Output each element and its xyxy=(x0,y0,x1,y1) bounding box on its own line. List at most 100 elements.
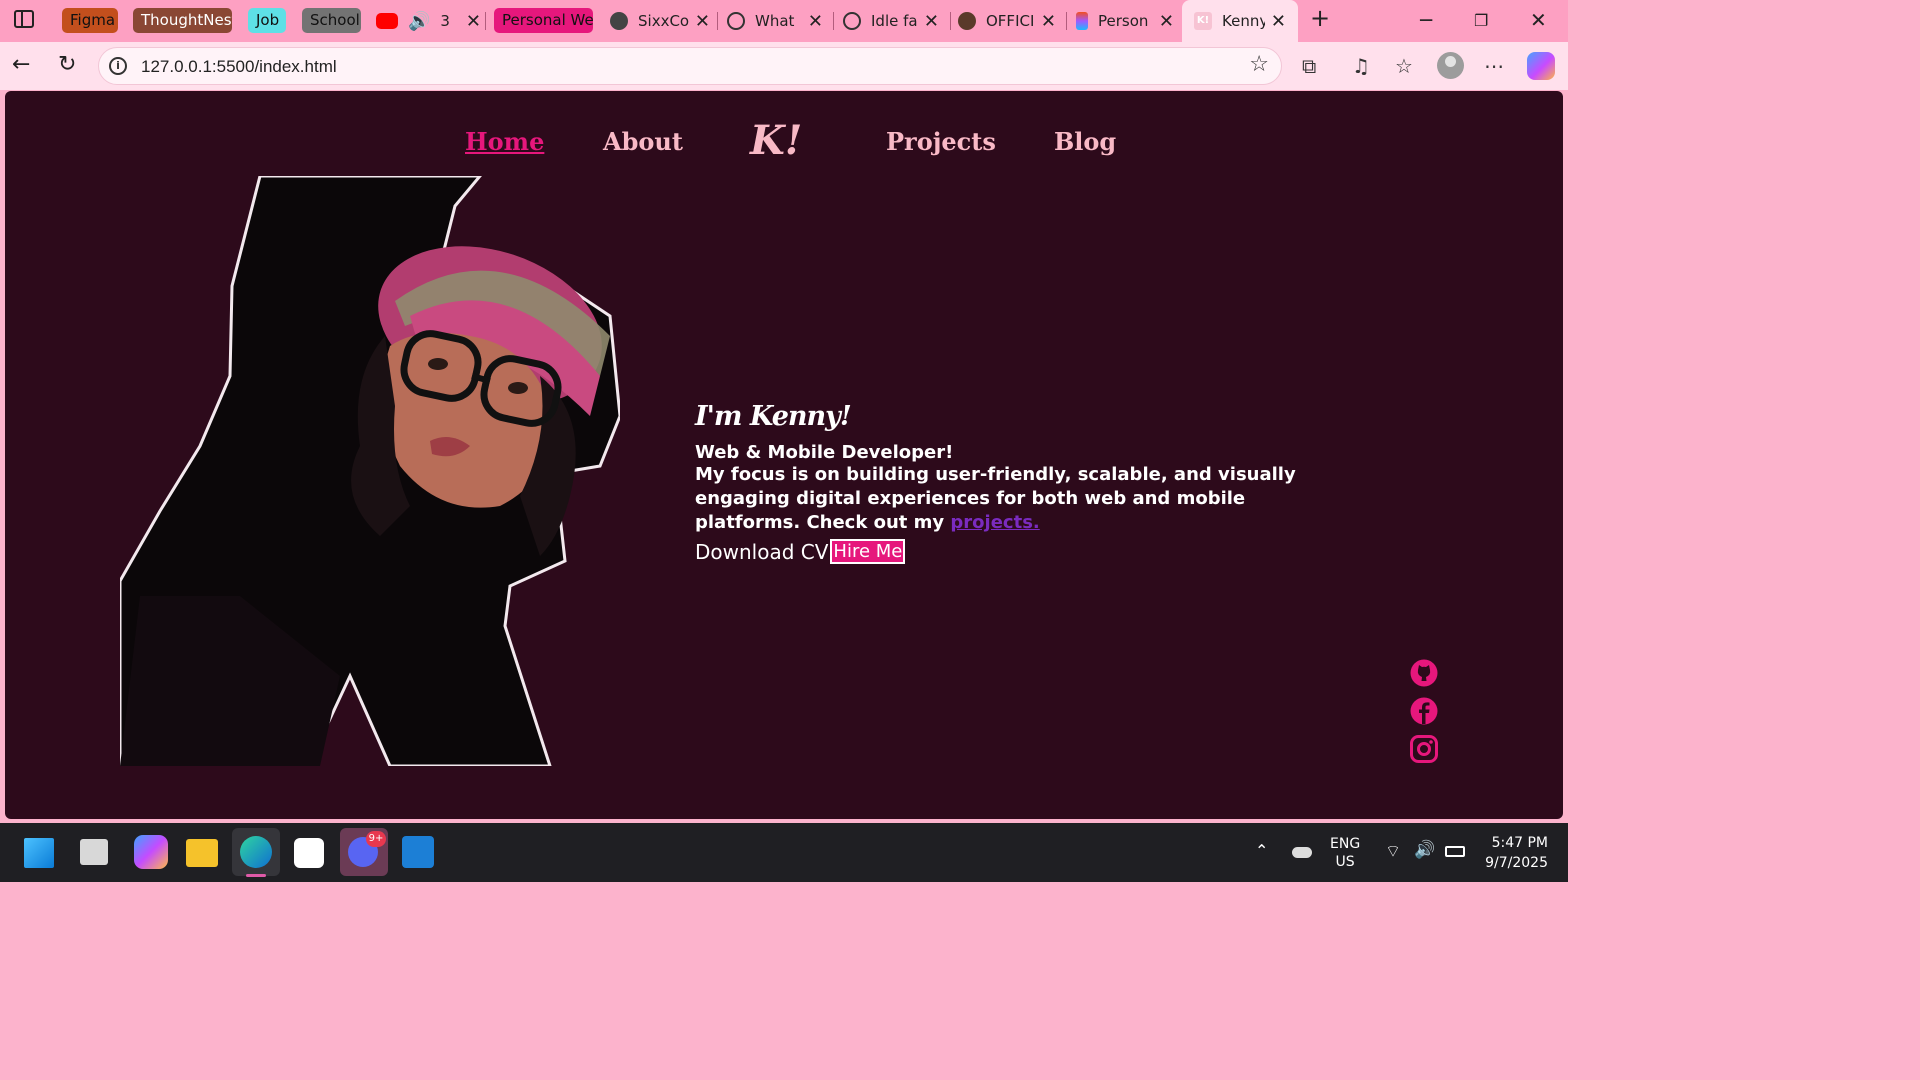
tab-label: OFFICI xyxy=(986,12,1035,30)
nav-projects[interactable]: Projects xyxy=(886,127,996,156)
tab-label: SixxCo xyxy=(638,12,689,30)
hire-me-button[interactable]: Hire Me xyxy=(830,539,906,564)
close-icon[interactable]: ✕ xyxy=(1271,11,1286,32)
site-info-icon[interactable]: i xyxy=(109,57,127,75)
site-icon xyxy=(958,12,976,30)
profile-avatar[interactable] xyxy=(1437,52,1464,79)
windows-taskbar: 9+ ⌃ ENG US ⌔ 🔊 5:47 PM 9/7/2025 xyxy=(0,823,1568,882)
new-tab-button[interactable]: + xyxy=(1310,4,1330,32)
projects-link[interactable]: projects. xyxy=(950,512,1039,533)
extensions-icon[interactable]: ⧉ xyxy=(1302,54,1316,78)
tab-group-figma[interactable]: Figma xyxy=(62,8,118,33)
battery-icon[interactable] xyxy=(1445,846,1465,857)
nav-home[interactable]: Home xyxy=(465,127,544,156)
back-button[interactable]: ← xyxy=(12,52,30,77)
tab-group-personal-website[interactable]: Personal We xyxy=(494,8,593,33)
browser-tab-bar: Figma ThoughtNest Job School 🔊 3 ✕ Perso… xyxy=(0,0,1568,42)
youtube-icon xyxy=(376,13,398,29)
nav-blog[interactable]: Blog xyxy=(1054,127,1116,156)
hero-role: Web & Mobile Developer! xyxy=(695,442,954,463)
close-icon[interactable]: ✕ xyxy=(808,11,823,32)
close-icon[interactable]: ✕ xyxy=(1041,11,1056,32)
store-icon[interactable] xyxy=(294,838,324,868)
vscode-icon[interactable] xyxy=(402,836,434,868)
webpage: Home About K! Projects Blog I'm Kenny! W… xyxy=(5,91,1563,819)
tab-label: Kenny xyxy=(1222,12,1265,30)
tab-github[interactable]: SixxCo ✕ xyxy=(610,5,710,37)
site-logo[interactable]: K! xyxy=(750,117,802,164)
close-window-button[interactable]: ✕ xyxy=(1530,8,1547,32)
tab-chatgpt-idle[interactable]: Idle fa ✕ xyxy=(843,5,939,37)
tab-group-school[interactable]: School xyxy=(302,8,361,33)
tab-label: 3 xyxy=(440,12,450,30)
tab-separator xyxy=(717,12,718,30)
chatgpt-icon xyxy=(843,12,861,30)
chatgpt-icon xyxy=(727,12,745,30)
tab-label: What xyxy=(755,12,795,30)
favorite-star-icon[interactable]: ☆ xyxy=(1249,52,1269,77)
language-code: ENG xyxy=(1330,836,1361,852)
region-code: US xyxy=(1335,854,1355,870)
tab-group-job[interactable]: Job xyxy=(248,8,286,33)
tab-figma-personal[interactable]: Person ✕ xyxy=(1076,5,1174,37)
favorites-icon[interactable]: ☆ xyxy=(1395,54,1413,78)
hero-section: I'm Kenny! Web & Mobile Developer! My fo… xyxy=(695,401,1355,564)
minimize-button[interactable]: ─ xyxy=(1420,8,1432,32)
browser-toolbar: ← ↻ i 127.0.0.1:5500/index.html ☆ ⧉ ♫ ☆ … xyxy=(0,42,1568,90)
edge-icon xyxy=(240,836,272,868)
hero-actions: Download CV Hire Me xyxy=(695,539,1355,564)
site-navigation: Home About K! Projects Blog xyxy=(5,117,1563,171)
close-icon[interactable]: ✕ xyxy=(924,11,939,32)
github-icon xyxy=(610,12,628,30)
date-text: 9/7/2025 xyxy=(1485,855,1548,871)
notification-badge: 9+ xyxy=(366,831,386,847)
hero-description: My focus is on building user-friendly, s… xyxy=(695,463,1355,535)
clock[interactable]: 5:47 PM 9/7/2025 xyxy=(1482,833,1548,873)
active-indicator xyxy=(246,874,266,877)
figma-icon xyxy=(1076,12,1088,30)
tray-overflow-icon[interactable]: ⌃ xyxy=(1255,841,1268,860)
file-explorer-icon[interactable] xyxy=(186,839,218,867)
tab-kenny-active[interactable]: K! Kenny ✕ xyxy=(1182,0,1298,42)
restore-button[interactable]: ❐ xyxy=(1474,11,1488,30)
profile-photo xyxy=(120,176,620,766)
onedrive-icon[interactable] xyxy=(1292,847,1312,858)
media-icon[interactable]: ♫ xyxy=(1352,54,1370,78)
copilot-app-icon[interactable] xyxy=(134,835,168,869)
tab-separator xyxy=(1066,12,1067,30)
tab-youtube[interactable]: 🔊 3 ✕ xyxy=(376,5,481,37)
tab-group-thoughtnest[interactable]: ThoughtNest xyxy=(133,8,232,33)
download-cv-button[interactable]: Download CV xyxy=(695,540,828,564)
volume-icon[interactable]: 🔊 xyxy=(1414,840,1435,860)
more-menu-icon[interactable]: ⋯ xyxy=(1484,54,1504,78)
tab-chatgpt-what[interactable]: What ✕ xyxy=(727,5,823,37)
discord-taskbar-button[interactable]: 9+ xyxy=(340,828,388,876)
nav-about[interactable]: About xyxy=(603,127,683,156)
start-icon[interactable] xyxy=(24,838,54,868)
tab-separator xyxy=(485,12,486,30)
language-indicator[interactable]: ENG US xyxy=(1330,835,1360,871)
github-icon[interactable] xyxy=(1409,658,1439,688)
address-bar[interactable]: i 127.0.0.1:5500/index.html ☆ xyxy=(98,47,1282,85)
speaker-icon[interactable]: 🔊 xyxy=(408,11,430,32)
facebook-icon[interactable] xyxy=(1409,696,1439,726)
close-icon[interactable]: ✕ xyxy=(1159,11,1174,32)
tab-separator xyxy=(950,12,951,30)
tab-actions-icon[interactable] xyxy=(14,10,34,28)
edge-taskbar-button[interactable] xyxy=(232,828,280,877)
hero-greeting: I'm Kenny! xyxy=(695,401,852,432)
instagram-icon[interactable] xyxy=(1409,734,1439,764)
wifi-icon[interactable]: ⌔ xyxy=(1385,841,1401,862)
tab-official[interactable]: OFFICI ✕ xyxy=(958,5,1056,37)
k-icon: K! xyxy=(1194,12,1212,30)
task-view-icon[interactable] xyxy=(80,839,108,865)
close-icon[interactable]: ✕ xyxy=(695,11,710,32)
tab-separator xyxy=(833,12,834,30)
close-icon[interactable]: ✕ xyxy=(466,11,481,32)
tab-label: Idle fa xyxy=(871,12,918,30)
reload-button[interactable]: ↻ xyxy=(58,52,76,77)
time-text: 5:47 PM xyxy=(1491,835,1548,851)
url-text[interactable]: 127.0.0.1:5500/index.html xyxy=(141,57,337,77)
copilot-icon[interactable] xyxy=(1527,52,1555,80)
tab-label: Person xyxy=(1098,12,1149,30)
